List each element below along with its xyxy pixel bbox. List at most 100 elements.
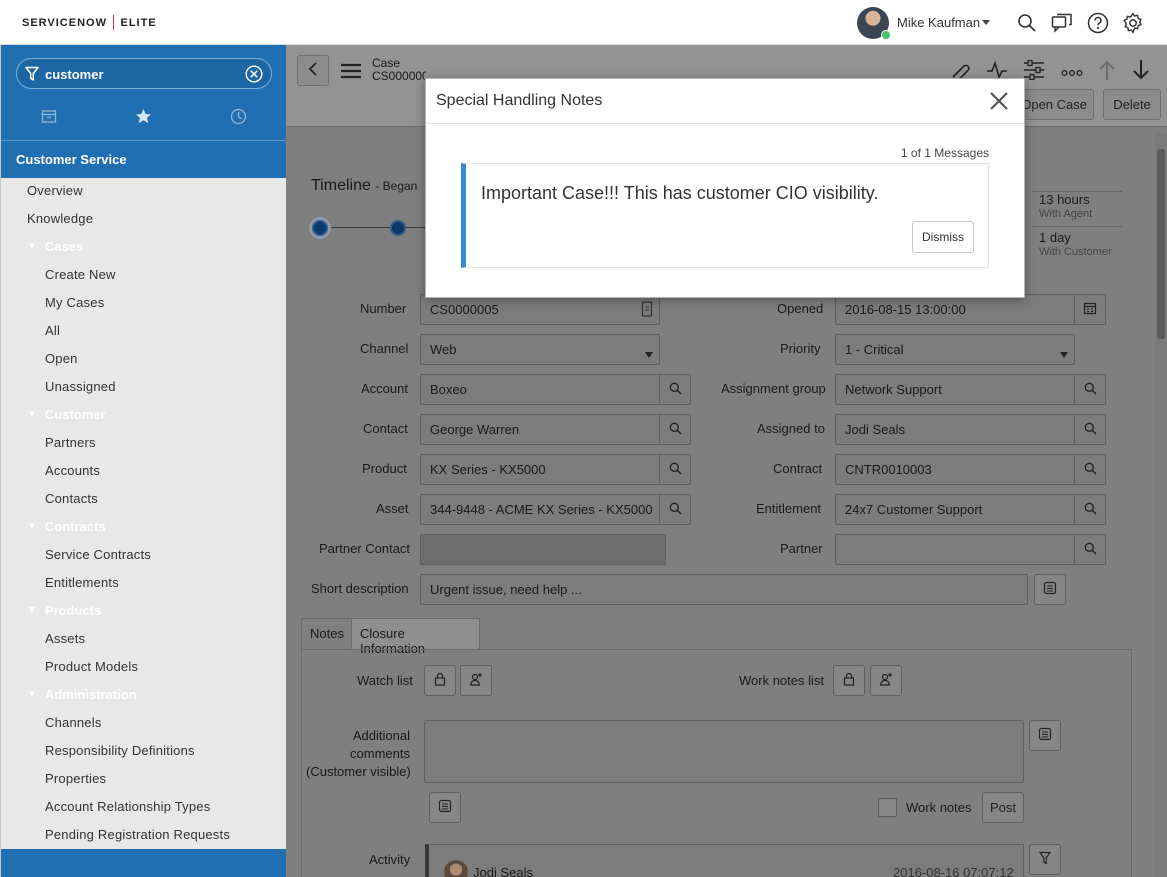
product-lookup-button[interactable] (659, 454, 691, 485)
open-case-button[interactable]: Open Case (1018, 89, 1094, 120)
sidebar-item-knowledge[interactable]: Knowledge (27, 211, 93, 226)
sidebar-item-overview[interactable]: Overview (27, 183, 83, 198)
search-icon[interactable] (1015, 11, 1039, 35)
application-customer-service[interactable]: Customer Service (1, 140, 286, 178)
asset-lookup-button[interactable] (659, 494, 691, 525)
user-name[interactable]: Mike Kaufman (897, 15, 980, 30)
entitlement-lookup-button[interactable] (1074, 494, 1106, 525)
sidebar-item-service-contracts[interactable]: Service Contracts (45, 547, 151, 562)
scrollbar-thumb[interactable] (1157, 149, 1165, 339)
calendar-button[interactable] (1074, 294, 1106, 325)
entitlement-field[interactable]: 24x7 Customer Support (835, 494, 1075, 525)
sidebar-item-responsibility-definitions[interactable]: Responsibility Definitions (45, 743, 195, 758)
up-arrow-icon[interactable] (1098, 59, 1116, 84)
sidebar-item-product-models[interactable]: Product Models (45, 659, 138, 674)
archive-icon[interactable] (41, 108, 57, 127)
dismiss-button[interactable]: Dismiss (912, 221, 974, 253)
assignment-group-field[interactable]: Network Support (835, 374, 1075, 405)
user-menu-caret-icon[interactable] (982, 20, 990, 25)
nav-module-products[interactable]: ▼Products (27, 603, 101, 618)
down-arrow-icon[interactable] (1132, 59, 1150, 84)
watch-list-lock-button[interactable] (424, 665, 456, 696)
sidebar-item-open[interactable]: Open (45, 351, 78, 366)
user-avatar[interactable] (857, 7, 889, 39)
show-all-journal-button[interactable] (429, 792, 461, 823)
search-icon (1084, 542, 1097, 558)
activity-filter-button[interactable] (1029, 844, 1061, 875)
timeline-node[interactable] (390, 220, 406, 236)
chat-icon[interactable] (1050, 11, 1074, 35)
account-lookup-button[interactable] (659, 374, 691, 405)
product-field[interactable]: KX Series - KX5000 (420, 454, 660, 485)
contract-lookup-button[interactable] (1074, 454, 1106, 485)
star-icon[interactable] (135, 108, 152, 128)
timeline-node[interactable] (312, 220, 328, 236)
sidebar-item-unassigned[interactable]: Unassigned (45, 379, 116, 394)
sidebar-item-contacts[interactable]: Contacts (45, 491, 98, 506)
sidebar-item-entitlements[interactable]: Entitlements (45, 575, 119, 590)
logo[interactable]: SERVICENOW ELITE (22, 15, 157, 30)
account-field[interactable]: Boxeo (420, 374, 660, 405)
sidebar-item-assets[interactable]: Assets (45, 631, 85, 646)
post-button[interactable]: Post (982, 792, 1024, 823)
priority-select[interactable]: 1 - Critical (835, 334, 1075, 365)
tab-closure-information[interactable]: Closure Information (351, 618, 480, 649)
page-scrollbar[interactable] (1155, 133, 1167, 877)
filter-area: customer (1, 45, 286, 140)
nav-module-cases[interactable]: ▼Cases (27, 239, 83, 254)
assigned-to-label: Assigned to (757, 421, 825, 436)
partner-lookup-button[interactable] (1074, 534, 1106, 565)
channel-value: Web (430, 342, 457, 357)
nav-module-administration[interactable]: ▼Administration (27, 687, 137, 702)
watch-list-add-me-button[interactable] (460, 665, 492, 696)
search-icon (669, 502, 682, 518)
sliders-icon[interactable] (1023, 60, 1045, 83)
asset-field[interactable]: 344-9448 - ACME KX Series - KX5000 (420, 494, 660, 525)
work-notes-checkbox[interactable] (878, 798, 897, 817)
comments-icon (1038, 727, 1052, 744)
gear-icon[interactable] (1121, 11, 1145, 35)
channel-select[interactable]: Web (420, 334, 660, 365)
work-notes-lock-button[interactable] (833, 665, 865, 696)
assigned-to-field[interactable]: Jodi Seals (835, 414, 1075, 445)
sidebar-item-partners[interactable]: Partners (45, 435, 96, 450)
opened-field[interactable]: 2016-08-15 13:00:00 (835, 294, 1075, 325)
sidebar-item-pending-registration-requests[interactable]: Pending Registration Requests (45, 827, 230, 842)
tag-icon[interactable] (641, 301, 653, 320)
help-icon[interactable] (1086, 11, 1110, 35)
sidebar-item-all[interactable]: All (45, 323, 60, 338)
additional-comments-expand-button[interactable] (1029, 720, 1061, 751)
contract-field[interactable]: CNTR0010003 (835, 454, 1075, 485)
contact-lookup-button[interactable] (659, 414, 691, 445)
tab-notes[interactable]: Notes (301, 618, 353, 649)
number-field[interactable]: CS0000005 (420, 294, 660, 325)
suggestion-button[interactable] (1034, 574, 1066, 605)
nav-module-label: Contracts (45, 519, 106, 534)
short-description-field[interactable]: Urgent issue, need help ... (420, 574, 1028, 605)
sidebar-item-accounts[interactable]: Accounts (45, 463, 100, 478)
sidebar-item-properties[interactable]: Properties (45, 771, 106, 786)
close-icon[interactable] (988, 90, 1010, 112)
delete-button[interactable]: Delete (1103, 89, 1161, 120)
sidebar-item-channels[interactable]: Channels (45, 715, 102, 730)
partner-field[interactable] (835, 534, 1075, 565)
nav-module-contracts[interactable]: ▼Contracts (27, 519, 106, 534)
hamburger-icon[interactable] (341, 63, 361, 82)
sidebar-item-create-new[interactable]: Create New (45, 267, 116, 282)
history-icon[interactable] (230, 108, 247, 128)
sidebar-item-my-cases[interactable]: My Cases (45, 295, 104, 310)
back-button[interactable] (297, 55, 329, 86)
contact-field[interactable]: George Warren (420, 414, 660, 445)
work-notes-add-me-button[interactable] (870, 665, 902, 696)
clear-icon[interactable] (245, 65, 263, 86)
activity-user[interactable]: Jodi Seals (473, 865, 533, 877)
nav-module-customer[interactable]: ▼Customer (27, 407, 106, 422)
nav-module-label: Administration (45, 687, 137, 702)
sidebar-item-account-relationship-types[interactable]: Account Relationship Types (45, 799, 210, 814)
additional-comments-textarea[interactable] (424, 720, 1024, 783)
chevron-down-icon: ▼ (27, 605, 37, 616)
assignment-group-lookup-button[interactable] (1074, 374, 1106, 405)
more-icon[interactable] (1061, 65, 1083, 80)
assigned-to-lookup-button[interactable] (1074, 414, 1106, 445)
navigator-filter-input[interactable]: customer (16, 58, 272, 89)
